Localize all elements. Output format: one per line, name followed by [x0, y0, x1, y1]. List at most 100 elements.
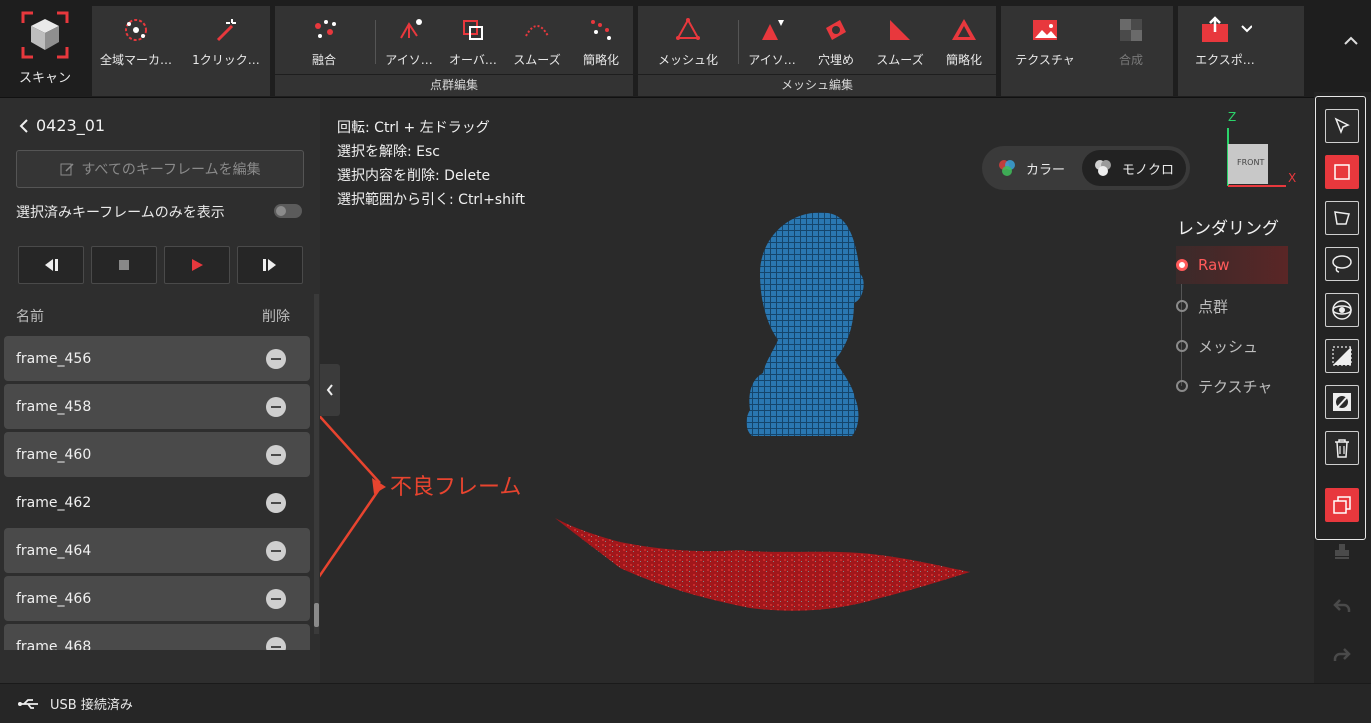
pc-simplify-button[interactable]: 簡略化 — [569, 6, 633, 74]
stamp-tool[interactable] — [1325, 534, 1359, 568]
rendering-option-mesh[interactable]: メッシュ — [1176, 327, 1288, 365]
scan-label: スキャン — [18, 71, 71, 86]
collapse-toolbar-button[interactable] — [1340, 30, 1362, 52]
mesh-isolated-button[interactable]: アイソ… — [740, 6, 804, 74]
help-text-delete: 選択内容を削除: Delete — [337, 168, 491, 184]
mesh-group-label: メッシュ編集 — [780, 78, 853, 92]
layers-icon — [1333, 496, 1351, 514]
usb-status: USB 接続済み — [50, 698, 133, 713]
column-name-header: 名前 — [16, 309, 44, 325]
remove-frame-icon[interactable] — [266, 493, 286, 513]
chevron-left-icon — [326, 384, 333, 396]
remove-frame-icon[interactable] — [266, 541, 286, 561]
help-text-rotate: 回転: Ctrl + 左ドラッグ — [337, 120, 490, 136]
group-divider — [275, 74, 633, 75]
frame-name: frame_464 — [16, 542, 92, 559]
rendering-option-texture[interactable]: テクスチャ — [1176, 367, 1288, 405]
remove-frame-icon[interactable] — [266, 349, 286, 369]
frame-list-scrollbar[interactable] — [314, 294, 319, 634]
overlap-icon — [458, 15, 488, 45]
help-text-deselect: 選択を解除: Esc — [337, 144, 441, 160]
one-click-label: 1クリック… — [192, 53, 260, 67]
mesh-simplify-button[interactable]: 簡略化 — [932, 6, 996, 74]
hole-fill-button[interactable]: 穴埋め — [804, 6, 868, 74]
play-button[interactable] — [164, 246, 230, 284]
mesh-simplify-icon — [949, 15, 979, 45]
edit-all-label: すべてのキーフレームを編集 — [81, 162, 261, 178]
stop-button[interactable] — [91, 246, 157, 284]
radio-selected-icon — [1176, 259, 1188, 271]
monochrome-icon — [1095, 160, 1111, 176]
frame-row[interactable]: frame_458 — [4, 384, 310, 429]
plane-cut-tool[interactable] — [1325, 339, 1359, 373]
rendering-option-point-cloud[interactable]: 点群 — [1176, 287, 1288, 325]
remove-frame-icon[interactable] — [266, 637, 286, 650]
fusion-button[interactable]: 融合 — [275, 6, 373, 74]
merge-button[interactable]: 合成 — [1089, 6, 1173, 74]
color-mode-color-label: カラー — [1026, 162, 1066, 178]
collapse-panel-button[interactable] — [320, 364, 340, 416]
scan-button[interactable]: スキャン — [6, 8, 84, 92]
one-click-button[interactable]: 1クリック… — [182, 6, 270, 74]
multi-select-tool[interactable] — [1325, 488, 1359, 522]
pointer-select-tool[interactable] — [1325, 109, 1359, 143]
edit-icon — [60, 163, 74, 176]
color-icon — [999, 160, 1015, 176]
mesh-isolated-label: アイソ… — [748, 53, 796, 67]
pc-isolated-label: アイソ… — [385, 53, 433, 67]
frame-name: frame_460 — [16, 446, 92, 463]
frame-row[interactable]: frame_456 — [4, 336, 310, 381]
mesh-isolated-icon — [757, 15, 787, 45]
frame-row[interactable]: frame_464 — [4, 528, 310, 573]
frame-row[interactable]: frame_468 — [4, 624, 310, 650]
color-mode-mono[interactable]: モノクロ — [1082, 150, 1186, 186]
frame-list-scroll-thumb[interactable] — [314, 603, 319, 627]
polygon-select-tool[interactable] — [1325, 201, 1359, 235]
texture-button[interactable]: テクスチャ — [1003, 6, 1087, 74]
chevron-up-icon — [1344, 36, 1358, 45]
top-toolbar: スキャン 全域マーカ… 1クリック… 融合 アイソ… オーバ… スムーズ 簡略化… — [0, 0, 1371, 98]
mesh-simplify-label: 簡略化 — [945, 53, 982, 67]
only-selected-label: 選択済みキーフレームのみを表示 — [16, 205, 225, 221]
remove-frame-icon[interactable] — [266, 445, 286, 465]
pc-smooth-button[interactable]: スムーズ — [505, 6, 569, 74]
group-divider — [638, 74, 996, 75]
simplify-icon — [586, 15, 616, 45]
step-back-button[interactable] — [18, 246, 84, 284]
pc-overlap-button[interactable]: オーバ… — [441, 6, 505, 74]
global-marker-button[interactable]: 全域マーカ… — [92, 6, 180, 74]
merge-icon — [1116, 15, 1146, 45]
mesh-edit-group: メッシュ化 アイソ… 穴埋め スムーズ 簡略化 メッシュ編集 — [638, 6, 996, 96]
mesh-smooth-button[interactable]: スムーズ — [868, 6, 932, 74]
invert-select-tool[interactable] — [1325, 385, 1359, 419]
bust-model — [746, 212, 864, 436]
delete-selection-tool[interactable] — [1325, 431, 1359, 465]
sphere-icon — [1332, 300, 1352, 320]
export-button[interactable]: エクスポ… — [1178, 6, 1272, 74]
step-forward-icon — [263, 259, 276, 271]
lasso-select-tool[interactable] — [1325, 247, 1359, 281]
surface-select-tool[interactable] — [1325, 293, 1359, 327]
pc-smooth-label: スムーズ — [513, 53, 561, 67]
remove-frame-icon[interactable] — [266, 397, 286, 417]
meshing-button[interactable]: メッシュ化 — [644, 6, 732, 74]
redo-button[interactable] — [1325, 638, 1359, 672]
color-mode-color[interactable]: カラー — [986, 150, 1075, 186]
pc-isolated-button[interactable]: アイソ… — [377, 6, 441, 74]
texture-label: テクスチャ — [1015, 53, 1075, 67]
back-button[interactable]: 0423_01 — [18, 116, 105, 135]
edit-all-keyframes-button[interactable]: すべてのキーフレームを編集 — [16, 150, 304, 188]
chevron-left-icon — [19, 118, 28, 133]
rect-select-tool[interactable] — [1325, 155, 1359, 189]
rendering-option-raw[interactable]: Raw — [1176, 246, 1288, 284]
step-forward-button[interactable] — [237, 246, 303, 284]
rendering-option-label: 点群 — [1198, 297, 1229, 316]
usb-icon — [18, 698, 38, 709]
frame-row[interactable]: frame_462 — [4, 480, 310, 525]
frame-row[interactable]: frame_466 — [4, 576, 310, 621]
frame-row[interactable]: frame_460 — [4, 432, 310, 477]
mesh-smooth-icon — [885, 15, 915, 45]
only-selected-toggle[interactable] — [274, 204, 302, 218]
remove-frame-icon[interactable] — [266, 589, 286, 609]
undo-button[interactable] — [1325, 589, 1359, 623]
